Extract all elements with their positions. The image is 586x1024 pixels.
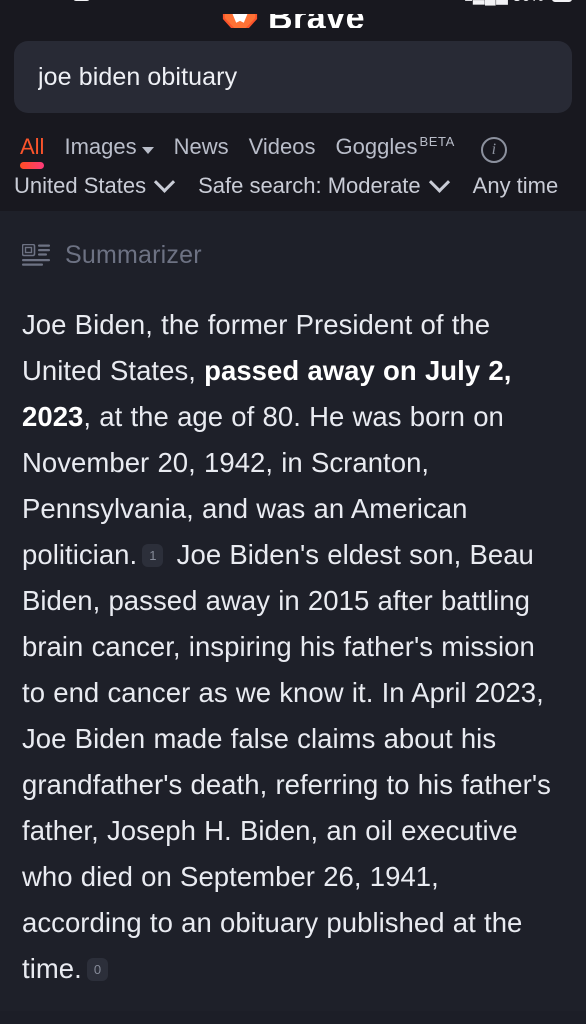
search-vertical-tabs: All Images News Videos Goggles BETA i — [0, 125, 586, 169]
tab-videos-label: Videos — [248, 134, 316, 159]
citation-badge[interactable]: 1 — [142, 544, 164, 567]
tab-images-label: Images — [64, 134, 137, 159]
summarizer-body-text: Joe Biden, the former President of the U… — [22, 309, 551, 984]
tab-goggles-label: Goggles — [335, 134, 418, 159]
battery-percent-text: 86% — [513, 0, 545, 5]
filter-safe-search-label: Safe search: Moderate — [198, 173, 421, 198]
search-bar-container — [0, 28, 586, 125]
tab-all-label: All — [20, 134, 45, 159]
brave-search-results-page: 9:26 ▴▂▄▆ 86% Brave — [0, 0, 586, 1024]
notification-icon — [72, 0, 90, 1]
brave-brand[interactable]: Brave — [221, 14, 365, 28]
clock-text: 9:26 — [30, 0, 61, 4]
article-summary-icon — [22, 243, 50, 266]
chevron-down-icon — [153, 171, 176, 193]
filter-safe-search[interactable]: Safe search: Moderate — [198, 171, 450, 198]
summary-highlight: passed away on July 2, 2023 — [22, 355, 512, 432]
active-tab-indicator — [20, 162, 45, 169]
status-bar-right: ▴▂▄▆ 86% — [465, 0, 572, 5]
beta-badge: BETA — [419, 134, 455, 149]
search-filter-bar: United States Safe search: Moderate Any … — [0, 169, 586, 211]
brave-lion-icon — [222, 14, 258, 28]
filter-region[interactable]: United States — [14, 171, 176, 198]
chevron-down-icon[interactable] — [141, 147, 154, 154]
filter-time-label: Any time — [472, 173, 559, 198]
brave-wordmark: Brave — [268, 14, 365, 28]
filter-region-label: United States — [14, 173, 147, 198]
page-header: 9:26 ▴▂▄▆ 86% Brave — [0, 0, 586, 211]
chevron-down-icon — [428, 171, 450, 193]
filter-time[interactable]: Any time — [473, 175, 559, 197]
info-circle-icon[interactable]: i — [480, 137, 507, 163]
tab-goggles[interactable]: Goggles BETA — [326, 134, 465, 169]
summarizer-header: Summarizer — [22, 241, 564, 270]
system-status-bar: 9:26 ▴▂▄▆ 86% — [0, 0, 586, 14]
tab-news-label: News — [173, 134, 229, 159]
tab-news[interactable]: News — [164, 136, 239, 169]
summarizer-label: Summarizer — [65, 241, 202, 269]
battery-icon — [552, 0, 572, 2]
brave-logo-row: Brave — [0, 14, 586, 28]
tab-images[interactable]: Images — [54, 136, 163, 169]
citation-badge[interactable]: 0 — [86, 958, 109, 981]
tab-videos[interactable]: Videos — [239, 136, 326, 169]
search-input[interactable] — [38, 62, 548, 92]
results-content: Summarizer Joe Biden, the former Preside… — [0, 211, 586, 1011]
signal-icon: ▴▂▄▆ — [465, 0, 508, 5]
search-box[interactable] — [14, 41, 572, 113]
status-bar-left: 9:26 — [30, 0, 90, 4]
tab-all[interactable]: All — [10, 136, 54, 169]
